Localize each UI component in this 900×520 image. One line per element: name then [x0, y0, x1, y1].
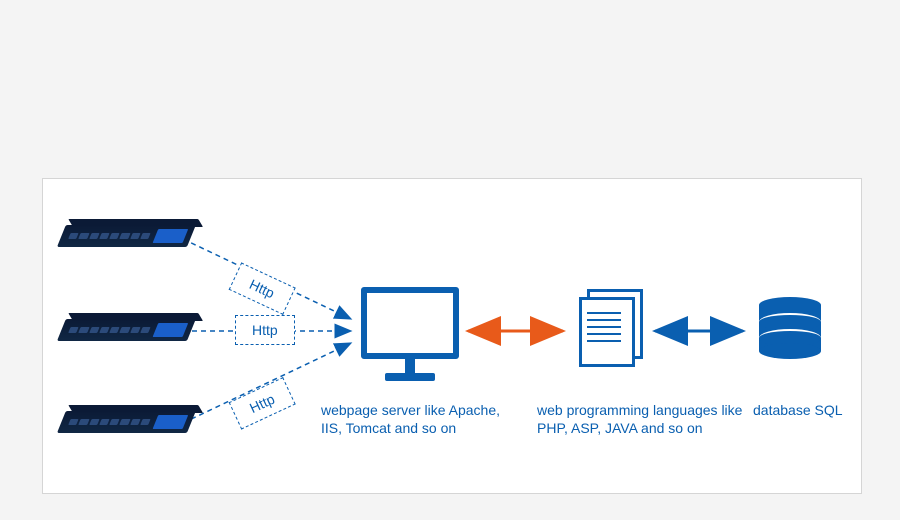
http-label: Http	[229, 262, 296, 314]
diagram-panel: Http Http Http webpage server like Apach…	[42, 178, 862, 494]
caption-languages: web programming languages like PHP, ASP,…	[537, 401, 747, 437]
rack-device-icon	[56, 411, 196, 435]
rack-device-icon	[56, 225, 196, 249]
document-icon	[579, 289, 635, 359]
rack-device-icon	[56, 319, 196, 343]
http-label: Http	[235, 315, 295, 345]
http-label-box: Http	[235, 315, 295, 345]
monitor-icon	[361, 287, 459, 381]
http-label-box: Http	[229, 262, 296, 314]
http-label-box: Http	[229, 377, 296, 429]
diagram-canvas: Http Http Http webpage server like Apach…	[0, 0, 900, 520]
caption-server: webpage server like Apache, IIS, Tomcat …	[321, 401, 521, 437]
http-label: Http	[229, 377, 296, 429]
database-cylinder-icon	[759, 297, 821, 359]
caption-database: database SQL	[753, 401, 873, 419]
